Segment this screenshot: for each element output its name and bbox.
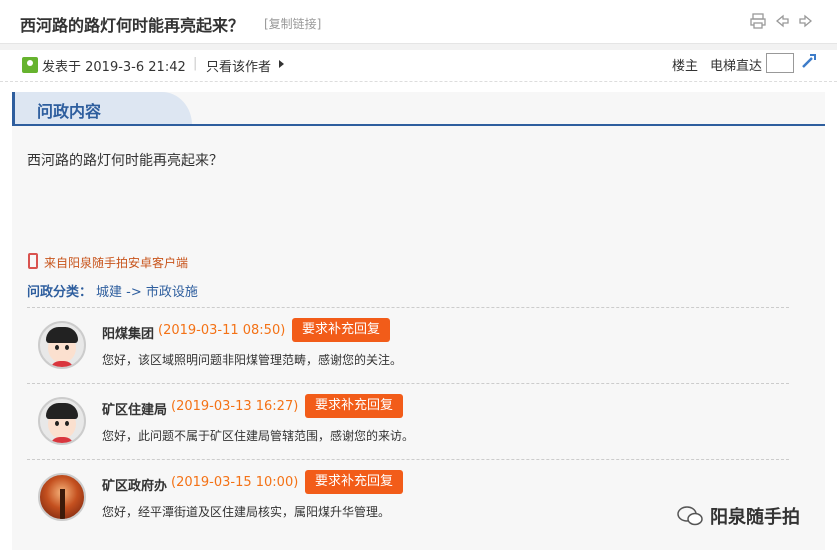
reply-date: (2019-03-11 08:50) (158, 323, 286, 338)
avatar (38, 473, 86, 521)
wechat-icon (676, 505, 704, 527)
post-meta-bar: 发表于 2019-3-6 21:42 | 只看该作者 楼主 电梯直达 (0, 50, 837, 82)
watermark-text: 阳泉随手拍 (710, 507, 800, 528)
category-value[interactable]: 城建 -> 市政设施 (96, 281, 198, 300)
request-reply-button[interactable]: 要求补充回复 (305, 470, 404, 494)
reply-author: 阳煤集团 (102, 327, 155, 342)
reply-item: 阳煤集团 (2019-03-11 08:50) 要求补充回复 您好，该区域照明问… (27, 307, 789, 383)
reply-text: 您好，该区域照明问题非阳煤管理范畴，感谢您的关注。 (102, 353, 403, 367)
reply-author: 矿区政府办 (102, 479, 168, 494)
elevator-label: 电梯直达 (710, 59, 763, 74)
copy-link[interactable]: [复制链接] (264, 15, 321, 32)
floor-input[interactable] (766, 53, 794, 73)
prev-arrow-icon[interactable] (773, 12, 791, 30)
post-content: 西河路的路灯何时能再亮起来？ (27, 153, 223, 169)
category-label: 问政分类： (27, 285, 93, 300)
triangle-right-icon (279, 60, 284, 68)
separator: | (193, 56, 198, 71)
avatar (38, 397, 86, 445)
title-bar: 西河路的路灯何时能再亮起来？ [复制链接] (0, 0, 837, 44)
request-reply-button[interactable]: 要求补充回复 (305, 394, 404, 418)
top-icons (749, 12, 815, 30)
phone-icon (28, 253, 38, 269)
posted-time: 发表于 2019-3-6 21:42 (42, 60, 186, 75)
next-arrow-icon[interactable] (797, 12, 815, 30)
reply-date: (2019-03-15 10:00) (171, 475, 299, 490)
section-tab: 问政内容 (12, 92, 192, 125)
user-icon (22, 57, 38, 73)
author-only-link[interactable]: 只看该作者 (206, 56, 271, 75)
request-reply-button[interactable]: 要求补充回复 (292, 318, 391, 342)
reply-item: 矿区政府办 (2019-03-15 10:00) 要求补充回复 您好，经平潭街道… (27, 459, 789, 535)
section-tab-label: 问政内容 (37, 102, 102, 121)
reply-item: 矿区住建局 (2019-03-13 16:27) 要求补充回复 您好，此问题不属… (27, 383, 789, 459)
reply-text: 您好，经平潭街道及区住建局核实，属阳煤升华管理。 (102, 505, 391, 519)
page-title: 西河路的路灯何时能再亮起来？ (20, 16, 245, 35)
avatar (38, 321, 86, 369)
reply-author: 矿区住建局 (102, 403, 168, 418)
section-underline (12, 124, 825, 126)
print-icon[interactable] (749, 12, 767, 30)
reply-text: 您好，此问题不属于矿区住建局管辖范围，感谢您的来访。 (102, 429, 415, 443)
reply-date: (2019-03-13 16:27) (171, 399, 299, 414)
go-floor-icon[interactable] (800, 52, 818, 74)
post-source[interactable]: 来自阳泉随手拍安卓客户端 (44, 254, 188, 271)
floor-label: 楼主 (672, 59, 699, 74)
